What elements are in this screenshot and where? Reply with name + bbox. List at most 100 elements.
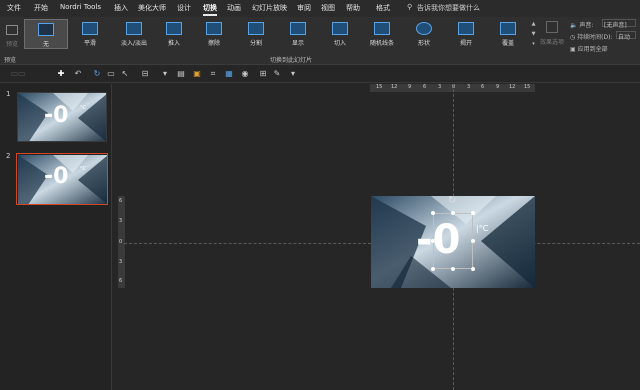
customize-toolbar-icon[interactable]: ▾ [288,69,298,79]
resize-handle[interactable] [451,267,455,271]
tell-me-search[interactable]: 告诉我你想要做什么 [417,3,480,13]
effect-none[interactable]: 无 [24,19,68,49]
resize-handle[interactable] [431,267,435,271]
effect-uncover[interactable]: 揭开 [444,19,488,49]
effect-split-icon [248,22,264,35]
effect-label: 无 [42,41,49,48]
chevron-up-icon[interactable]: ▲ [530,19,537,29]
sound-row: 🔈 声音: [570,20,593,29]
menu-slideshow[interactable]: 幻灯片放映 [252,3,287,13]
menu-home[interactable]: 开始 [34,3,48,13]
shape-rect-icon[interactable]: ▭ [106,69,116,79]
menu-nordri-tools[interactable]: Nordri Tools [60,3,101,11]
menu-animations[interactable]: 动画 [227,3,241,13]
resize-handle[interactable] [431,211,435,215]
picture-icon[interactable]: ▦ [224,69,234,79]
temperature-value[interactable]: -0 [416,214,460,266]
effect-uncover-icon [458,22,474,35]
effect-random-bars[interactable]: 随机线条 [360,19,404,49]
quick-toolbar: ▭▭ ✚ ↶ ↻ ▭ ↖ ⊟ ▾ ▤ ▣ ⌗ ▦ ◉ ⊞ ✎ ▾ [0,66,640,83]
menu-review[interactable]: 审阅 [297,3,311,13]
effect-shape[interactable]: 形状 [402,19,446,49]
menu-design[interactable]: 设计 [177,3,191,13]
effect-label: 覆盖 [501,40,514,47]
menu-transitions[interactable]: 切换 [203,3,217,13]
preview-label: 预览 [5,41,18,48]
resize-handle[interactable] [471,211,475,215]
bring-forward-icon[interactable]: ▤ [176,69,186,79]
apply-all-button[interactable]: ▣ 应用到全部 [570,44,608,53]
resize-handle[interactable] [431,239,435,243]
effect-cover[interactable]: 覆盖 [486,19,530,49]
temperature-unit[interactable]: |°C [476,224,488,233]
preview-button[interactable]: 预览 [2,21,22,57]
menu-help[interactable]: 帮助 [346,3,360,13]
effect-wipe[interactable]: 擦除 [192,19,236,49]
duration-label: 持续时间(D): [577,34,613,41]
effect-push[interactable]: 推入 [152,19,196,49]
preview-icon [6,25,18,35]
ruler-tick: 3 [467,84,471,90]
timing-group: 🔈 声音: [无声音] ◷ 持续时间(D): 自动 ▣ 应用到全部 [568,19,640,63]
effect-cut[interactable]: 切入 [318,19,362,49]
ruler-tick: 6 [423,84,427,90]
undo-icon[interactable]: ↶ [73,69,83,79]
gallery-expand-icon[interactable]: ▾ [530,39,537,49]
ruler-tick: 9 [408,84,412,90]
ribbon-group-label: 切换到此幻灯片 [270,57,313,64]
paint-format-icon[interactable]: ✎ [272,69,282,79]
align-icon[interactable]: ⊟ [140,69,150,79]
slide-thumbnail-2[interactable]: -0 °C [16,153,108,205]
effect-random-bars-icon [374,22,390,35]
effect-options-button[interactable]: 效果选项 [540,21,564,55]
duration-input[interactable]: 自动 [616,31,636,41]
slide-number: 2 [6,152,11,160]
effect-label: 揭开 [459,40,472,47]
thumbnail-text: -0 [44,164,69,189]
preview-group-label: 预览 [4,57,17,64]
slide-thumbnail-1[interactable]: -0 °C [17,92,107,142]
menu-insert[interactable]: 插入 [114,3,128,13]
apply-all-label: 应用到全部 [577,46,608,53]
thumbnail-unit: °C [80,105,86,111]
gallery-scroll[interactable]: ▲ ▼ ▾ [530,19,537,49]
active-tab-indicator [203,14,217,16]
ruler-tick: 6 [481,84,485,90]
menu-beautify[interactable]: 美化大师 [138,3,166,13]
clock-icon: ◷ [570,34,576,41]
effect-split[interactable]: 分割 [234,19,278,49]
dropdown-icon[interactable]: ▾ [160,69,170,79]
shape-fill-icon[interactable]: ◉ [240,69,250,79]
menu-file[interactable]: 文件 [7,3,21,13]
effect-reveal[interactable]: 显示 [276,19,320,49]
resize-handle[interactable] [451,211,455,215]
effect-label: 形状 [417,40,430,47]
search-icon[interactable]: ⚲ [407,3,412,11]
autosave-toggle[interactable]: ▭▭ [6,69,30,79]
menu-view[interactable]: 视图 [321,3,335,13]
selection-pane-icon[interactable]: ✚ [56,69,66,79]
rotate-handle-icon[interactable]: ↻ [448,195,456,206]
effect-label: 显示 [291,40,304,47]
pointer-icon[interactable]: ↖ [120,69,130,79]
ruler-tick: 12 [509,84,516,90]
effect-label: 分割 [249,40,262,47]
arrange-icon[interactable]: ⊞ [258,69,268,79]
menu-format[interactable]: 格式 [376,3,390,13]
thumbnail-text: -0 [44,103,69,128]
effect-none-icon [38,23,54,36]
resize-handle[interactable] [471,239,475,243]
effect-push-icon [166,22,182,35]
effect-reveal-icon [290,22,306,35]
crop-icon[interactable]: ⌗ [208,69,218,79]
ruler-tick: 3 [119,218,123,224]
sound-dropdown[interactable]: [无声音] [602,19,636,29]
effect-morph[interactable]: 平滑 [68,19,112,49]
redo-icon[interactable]: ↻ [92,69,102,79]
effect-fade[interactable]: 淡入/淡出 [112,19,156,49]
group-icon[interactable]: ▣ [192,69,202,79]
sound-label: 声音: [579,22,594,29]
duration-row: ◷ 持续时间(D): [570,32,613,41]
resize-handle[interactable] [471,267,475,271]
chevron-down-icon[interactable]: ▼ [530,29,537,39]
